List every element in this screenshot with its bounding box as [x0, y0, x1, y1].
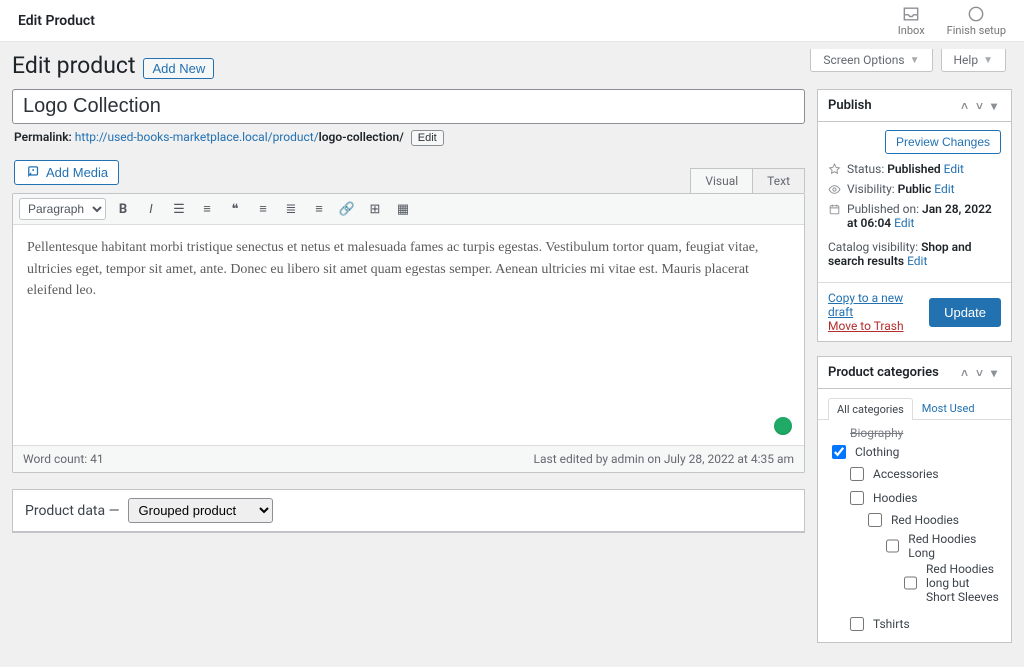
category-checkbox-label[interactable]: Accessories [846, 464, 1001, 484]
align-left-icon[interactable]: ≡ [252, 198, 274, 220]
permalink-label: Permalink: [14, 130, 72, 144]
tab-most-used[interactable]: Most Used [913, 397, 984, 419]
category-checkbox-label[interactable]: Red Hoodies [864, 510, 1001, 530]
copy-draft-link[interactable]: Copy to a new draft [828, 291, 929, 319]
product-type-select[interactable]: Grouped product [128, 498, 273, 523]
category-checkbox-label[interactable]: Hoodies [846, 488, 1001, 508]
category-cutoff: Biography [850, 426, 1001, 440]
category-item: HoodiesRed HoodiesRed Hoodies LongRed Ho… [846, 486, 1001, 612]
category-checkbox[interactable] [886, 539, 899, 553]
grammarly-icon[interactable] [774, 417, 792, 435]
tab-all-categories[interactable]: All categories [828, 398, 913, 420]
format-select[interactable]: Paragraph [19, 198, 106, 220]
category-checkbox[interactable] [904, 576, 917, 590]
visibility-icon [828, 183, 841, 196]
chevron-up-icon[interactable]: ˄ [957, 366, 972, 380]
category-item: ClothingAccessoriesHoodiesRed HoodiesRed… [828, 440, 1001, 638]
category-item: Red Hoodies long but Short Sleeves [900, 560, 1001, 606]
add-new-button[interactable]: Add New [143, 58, 214, 79]
word-count: Word count: 41 [23, 452, 104, 466]
caret-toggle-icon[interactable]: ▾ [987, 366, 1001, 380]
permalink-link[interactable]: http://used-books-marketplace.local/prod… [75, 130, 404, 144]
editor-body[interactable]: Pellentesque habitant morbi tristique se… [13, 225, 804, 445]
category-checkbox[interactable] [868, 513, 882, 527]
bullet-list-icon[interactable]: ☰ [168, 198, 190, 220]
category-item: Tshirts [846, 612, 1001, 636]
catalog-edit-link[interactable]: Edit [907, 254, 927, 268]
numbered-list-icon[interactable]: ≡ [196, 198, 218, 220]
product-title-input[interactable] [12, 89, 805, 124]
chevron-up-icon[interactable]: ˄ [957, 99, 972, 113]
category-checkbox-label[interactable]: Tshirts [846, 614, 1001, 634]
editor-tab-text[interactable]: Text [753, 168, 805, 193]
calendar-icon [828, 203, 841, 216]
media-icon [25, 165, 40, 180]
category-checkbox-label[interactable]: Clothing [828, 442, 1001, 462]
help-tab[interactable]: Help▼ [941, 49, 1007, 72]
link-icon[interactable]: 🔗 [336, 198, 358, 220]
content-editor: Paragraph B I ☰ ≡ ❝ ≡ ≣ ≡ 🔗 ⊞ ▦ Pellente… [12, 193, 805, 473]
permalink-edit-button[interactable]: Edit [411, 130, 444, 146]
inbox-icon [901, 4, 921, 24]
date-edit-link[interactable]: Edit [894, 216, 914, 230]
category-checkbox[interactable] [832, 445, 846, 459]
screen-options-tab[interactable]: Screen Options▼ [810, 49, 932, 72]
categories-title: Product categories [828, 365, 939, 380]
quote-icon[interactable]: ❝ [224, 198, 246, 220]
move-to-trash-link[interactable]: Move to Trash [828, 319, 929, 333]
category-item: Red HoodiesRed Hoodies LongRed Hoodies l… [864, 508, 1001, 610]
add-media-button[interactable]: Add Media [14, 160, 119, 185]
align-center-icon[interactable]: ≣ [280, 198, 302, 220]
update-button[interactable]: Update [929, 298, 1001, 327]
editor-toolbar: Paragraph B I ☰ ≡ ❝ ≡ ≣ ≡ 🔗 ⊞ ▦ [13, 194, 804, 225]
page-context-title: Edit Product [18, 13, 898, 29]
category-checkbox[interactable] [850, 617, 864, 631]
category-tree: Biography ClothingAccessoriesHoodiesRed … [818, 420, 1011, 642]
product-data-box: Product data — Grouped product [12, 489, 805, 533]
chevron-down-icon: ▼ [983, 55, 993, 66]
toolbar-toggle-icon[interactable]: ▦ [392, 198, 414, 220]
chevron-down-icon[interactable]: ˅ [972, 99, 987, 113]
editor-tab-visual[interactable]: Visual [690, 168, 753, 193]
italic-icon[interactable]: I [140, 198, 162, 220]
category-checkbox-label[interactable]: Red Hoodies Long [882, 532, 1001, 560]
publish-title: Publish [828, 98, 872, 113]
category-item: Red Hoodies LongRed Hoodies long but Sho… [882, 530, 1001, 608]
align-right-icon[interactable]: ≡ [308, 198, 330, 220]
category-checkbox-label[interactable]: Red Hoodies long but Short Sleeves [900, 562, 1001, 604]
insert-more-icon[interactable]: ⊞ [364, 198, 386, 220]
preview-changes-button[interactable]: Preview Changes [885, 130, 1001, 154]
category-checkbox[interactable] [850, 491, 864, 505]
inbox-button[interactable]: Inbox [898, 4, 925, 37]
categories-box: Product categories ˄ ˅ ▾ All categories … [817, 356, 1012, 643]
chevron-down-icon: ▼ [910, 55, 920, 66]
page-heading: Edit product [12, 52, 135, 79]
caret-toggle-icon[interactable]: ▾ [987, 99, 1001, 113]
circle-icon [966, 4, 986, 24]
category-item: Accessories [846, 462, 1001, 486]
last-edited: Last edited by admin on July 28, 2022 at… [534, 452, 794, 466]
category-checkbox[interactable] [850, 467, 864, 481]
chevron-down-icon[interactable]: ˅ [972, 366, 987, 380]
pin-icon [828, 163, 841, 176]
publish-box: Publish ˄ ˅ ▾ Preview Changes Status: Pu… [817, 89, 1012, 342]
product-data-title: Product data — [25, 503, 120, 519]
status-edit-link[interactable]: Edit [944, 162, 964, 176]
visibility-edit-link[interactable]: Edit [934, 182, 954, 196]
bold-icon[interactable]: B [112, 198, 134, 220]
finish-setup-button[interactable]: Finish setup [947, 4, 1006, 37]
